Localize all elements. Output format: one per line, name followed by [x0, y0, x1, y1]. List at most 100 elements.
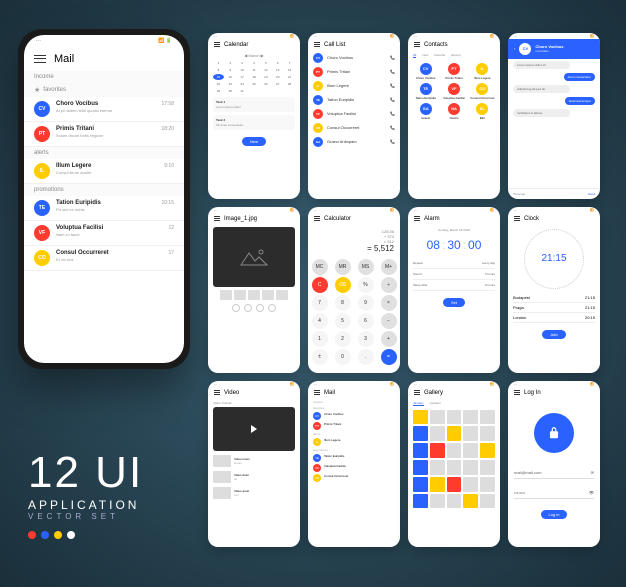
gallery-thumb[interactable] — [447, 410, 462, 425]
contact-item[interactable]: ELElitr — [470, 103, 495, 120]
calc-key[interactable]: 2 — [335, 331, 351, 347]
phone-icon[interactable]: 📞 — [390, 111, 395, 116]
call-row[interactable]: VFVoluptua Facilisi📞 — [313, 107, 395, 121]
alarm-time-picker[interactable]: 08:30:00 — [413, 238, 495, 252]
mail-row[interactable]: TETation Euripidis — [313, 453, 395, 463]
hamburger-icon[interactable] — [314, 216, 320, 221]
calc-key[interactable]: 4 — [312, 313, 328, 329]
call-row[interactable]: CVChoro Vocibus📞 — [313, 51, 395, 65]
hamburger-icon[interactable] — [214, 390, 220, 395]
phone-icon[interactable]: 📞 — [390, 69, 395, 74]
calc-key[interactable]: 7 — [312, 295, 328, 311]
calc-key[interactable]: 0 — [335, 349, 351, 365]
contact-item[interactable]: VFVoluptua Facilisi — [441, 83, 466, 100]
alarm-option[interactable]: Repeatevery day — [413, 258, 495, 269]
call-row[interactable]: COConsul Occurreret📞 — [313, 121, 395, 135]
add-button[interactable]: Add — [542, 330, 565, 339]
calc-key[interactable]: ÷ — [381, 277, 397, 293]
gallery-thumb[interactable] — [480, 477, 495, 492]
hamburger-icon[interactable] — [514, 390, 520, 395]
contact-item[interactable]: TETation Euripidis — [413, 83, 438, 100]
image-controls[interactable] — [213, 304, 295, 312]
calc-key[interactable]: C — [312, 277, 328, 293]
call-row[interactable]: PTPrimis Tritani📞 — [313, 65, 395, 79]
call-row[interactable]: GAGraeci Antiopam📞 — [313, 135, 395, 149]
tab[interactable]: Favorite — [434, 53, 445, 58]
video-item[interactable]: Video ametcon — [213, 485, 295, 501]
gallery-thumb[interactable] — [413, 477, 428, 492]
calc-key[interactable]: = — [381, 349, 397, 365]
gallery-thumb[interactable] — [447, 460, 462, 475]
gallery-thumb[interactable] — [413, 426, 428, 441]
gallery-thumb[interactable] — [463, 443, 478, 458]
email-field[interactable]: mail@mail.com✉ — [514, 467, 594, 479]
hamburger-icon[interactable] — [514, 216, 520, 221]
mail-row[interactable]: VFVoluptua FacilisiNam cu facer12 — [24, 221, 184, 246]
task-item[interactable]: Task 1Lorem ipsum dolor — [213, 97, 295, 112]
tab[interactable]: New — [422, 53, 428, 58]
hamburger-icon[interactable] — [34, 55, 46, 63]
video-player[interactable] — [213, 407, 295, 451]
call-row[interactable]: ILIllum Legere📞 — [313, 79, 395, 93]
calc-key[interactable]: 9 — [358, 295, 374, 311]
calc-key[interactable]: % — [358, 277, 374, 293]
gallery-thumb[interactable] — [463, 410, 478, 425]
gallery-thumb[interactable] — [480, 443, 495, 458]
gallery-thumb[interactable] — [447, 443, 462, 458]
timezone-row[interactable]: London20:15 — [513, 313, 595, 323]
alarm-option[interactable]: Sleep after9 hours — [413, 280, 495, 291]
mail-row[interactable]: VFVoluptua Facilisi — [313, 463, 395, 473]
calc-key[interactable]: 1 — [312, 331, 328, 347]
calc-key[interactable]: − — [381, 313, 397, 329]
contact-item[interactable]: COConsul Occurreret — [470, 83, 495, 100]
calc-key[interactable]: ± — [312, 349, 328, 365]
gallery-thumb[interactable] — [463, 426, 478, 441]
calc-key[interactable]: × — [381, 295, 397, 311]
gallery-thumb[interactable] — [430, 426, 445, 441]
contact-item[interactable]: GAGraeci — [413, 103, 438, 120]
contact-item[interactable]: NANostro — [441, 103, 466, 120]
mail-row[interactable]: COConsul Occurreret — [313, 473, 395, 483]
calc-key[interactable]: . — [358, 349, 374, 365]
mail-row[interactable]: PTPrimis Tritani — [313, 421, 395, 431]
mail-row[interactable]: CVChoro VocibusAt pri autem tollit quods… — [24, 97, 184, 122]
calc-key[interactable]: 5 — [335, 313, 351, 329]
gallery-thumb[interactable] — [430, 410, 445, 425]
message-input[interactable]: MessageSend — [508, 188, 600, 199]
gallery-thumb[interactable] — [413, 460, 428, 475]
gallery-thumb[interactable] — [447, 494, 462, 509]
calc-key[interactable]: 6 — [358, 313, 374, 329]
thumbnails[interactable] — [213, 290, 295, 300]
phone-icon[interactable]: 📞 — [390, 97, 395, 102]
image-preview[interactable] — [213, 227, 295, 287]
set-button[interactable]: Set — [443, 298, 465, 307]
hamburger-icon[interactable] — [414, 42, 420, 47]
hamburger-icon[interactable] — [314, 42, 320, 47]
gallery-thumb[interactable] — [413, 494, 428, 509]
phone-icon[interactable]: 📞 — [390, 55, 395, 60]
gallery-thumb[interactable] — [480, 460, 495, 475]
hamburger-icon[interactable] — [414, 390, 420, 395]
phone-icon[interactable]: 📞 — [390, 125, 395, 130]
login-button[interactable]: Log in — [541, 510, 568, 519]
phone-icon[interactable]: 📞 — [390, 83, 395, 88]
contact-item[interactable]: PTPrimis Tritani — [441, 63, 466, 80]
contact-item[interactable]: ILIllum Legere — [470, 63, 495, 80]
video-item[interactable]: Video loremipsum — [213, 453, 295, 469]
hamburger-icon[interactable] — [214, 216, 220, 221]
calc-key[interactable]: 8 — [335, 295, 351, 311]
alarm-option[interactable]: Sound5 hours — [413, 269, 495, 280]
gallery-thumb[interactable] — [447, 426, 462, 441]
gallery-thumb[interactable] — [430, 443, 445, 458]
gallery-thumb[interactable] — [463, 477, 478, 492]
calc-key[interactable]: MS — [358, 259, 374, 275]
timezone-row[interactable]: Budapest21:15 — [513, 293, 595, 303]
mail-row[interactable]: PTPrimis TritaniSolum dicunt fortis regi… — [24, 122, 184, 147]
gallery-thumb[interactable] — [413, 410, 428, 425]
gallery-thumb[interactable] — [430, 477, 445, 492]
calc-key[interactable]: 3 — [358, 331, 374, 347]
gallery-thumb[interactable] — [430, 460, 445, 475]
gallery-thumb[interactable] — [463, 494, 478, 509]
mail-row[interactable]: ILIllum Legere — [313, 437, 395, 447]
gallery-thumb[interactable] — [480, 426, 495, 441]
